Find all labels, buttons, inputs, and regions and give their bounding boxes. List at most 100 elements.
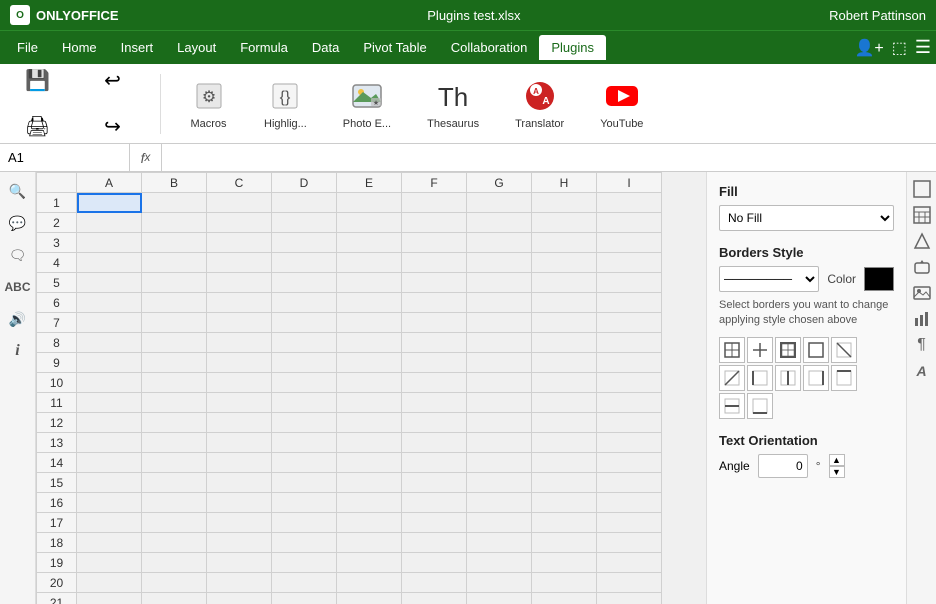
cell-G12[interactable]	[467, 413, 532, 433]
cell-H8[interactable]	[532, 333, 597, 353]
cell-G10[interactable]	[467, 373, 532, 393]
cell-C5[interactable]	[207, 273, 272, 293]
row-header-10[interactable]: 10	[37, 373, 77, 393]
shape-icon[interactable]	[910, 229, 934, 253]
cell-H15[interactable]	[532, 473, 597, 493]
cell-I4[interactable]	[597, 253, 662, 273]
cell-D7[interactable]	[272, 313, 337, 333]
cell-F11[interactable]	[402, 393, 467, 413]
cell-H20[interactable]	[532, 573, 597, 593]
cell-E21[interactable]	[337, 593, 402, 604]
border-center-h-btn[interactable]	[719, 393, 745, 419]
cell-B7[interactable]	[142, 313, 207, 333]
cell-A4[interactable]	[77, 253, 142, 273]
cell-G15[interactable]	[467, 473, 532, 493]
thesaurus-button[interactable]: Th Thesaurus	[419, 74, 487, 134]
cell-H4[interactable]	[532, 253, 597, 273]
chart-icon[interactable]	[910, 307, 934, 331]
row-header-8[interactable]: 8	[37, 333, 77, 353]
cell-H21[interactable]	[532, 593, 597, 604]
cell-G2[interactable]	[467, 213, 532, 233]
cell-E17[interactable]	[337, 513, 402, 533]
cell-E19[interactable]	[337, 553, 402, 573]
cell-D18[interactable]	[272, 533, 337, 553]
menu-plugins[interactable]: Plugins	[539, 35, 606, 60]
menu-collaboration[interactable]: Collaboration	[439, 35, 540, 60]
cell-H18[interactable]	[532, 533, 597, 553]
cell-I2[interactable]	[597, 213, 662, 233]
row-header-2[interactable]: 2	[37, 213, 77, 233]
cell-D2[interactable]	[272, 213, 337, 233]
cell-D13[interactable]	[272, 433, 337, 453]
cell-F19[interactable]	[402, 553, 467, 573]
border-style-dropdown[interactable]: ──────── - - - - - ·········	[719, 266, 819, 292]
comment-icon[interactable]: 💬	[4, 209, 32, 237]
col-header-I[interactable]: I	[597, 173, 662, 193]
cell-E2[interactable]	[337, 213, 402, 233]
cell-G18[interactable]	[467, 533, 532, 553]
cell-A11[interactable]	[77, 393, 142, 413]
cell-E1[interactable]	[337, 193, 402, 213]
cell-G21[interactable]	[467, 593, 532, 604]
cell-G1[interactable]	[467, 193, 532, 213]
cell-B8[interactable]	[142, 333, 207, 353]
cell-F14[interactable]	[402, 453, 467, 473]
cell-A12[interactable]	[77, 413, 142, 433]
share-icon[interactable]: ⬚	[892, 38, 907, 58]
cell-D11[interactable]	[272, 393, 337, 413]
cell-D4[interactable]	[272, 253, 337, 273]
cell-C10[interactable]	[207, 373, 272, 393]
cell-G14[interactable]	[467, 453, 532, 473]
cell-E16[interactable]	[337, 493, 402, 513]
cell-G7[interactable]	[467, 313, 532, 333]
cell-A18[interactable]	[77, 533, 142, 553]
cell-H13[interactable]	[532, 433, 597, 453]
cell-F10[interactable]	[402, 373, 467, 393]
cell-I19[interactable]	[597, 553, 662, 573]
row-header-5[interactable]: 5	[37, 273, 77, 293]
cell-I20[interactable]	[597, 573, 662, 593]
cell-A6[interactable]	[77, 293, 142, 313]
cell-A17[interactable]	[77, 513, 142, 533]
cell-G9[interactable]	[467, 353, 532, 373]
cell-B9[interactable]	[142, 353, 207, 373]
cell-I18[interactable]	[597, 533, 662, 553]
cell-E14[interactable]	[337, 453, 402, 473]
cell-B20[interactable]	[142, 573, 207, 593]
cell-G3[interactable]	[467, 233, 532, 253]
cell-D14[interactable]	[272, 453, 337, 473]
col-header-G[interactable]: G	[467, 173, 532, 193]
cell-B19[interactable]	[142, 553, 207, 573]
cell-F8[interactable]	[402, 333, 467, 353]
menu-pivot-table[interactable]: Pivot Table	[351, 35, 438, 60]
cell-H9[interactable]	[532, 353, 597, 373]
cell-C9[interactable]	[207, 353, 272, 373]
cell-D8[interactable]	[272, 333, 337, 353]
cell-H6[interactable]	[532, 293, 597, 313]
row-header-21[interactable]: 21	[37, 593, 77, 604]
cell-A7[interactable]	[77, 313, 142, 333]
border-center-v-btn[interactable]	[775, 365, 801, 391]
cell-I21[interactable]	[597, 593, 662, 604]
cell-H17[interactable]	[532, 513, 597, 533]
cell-B5[interactable]	[142, 273, 207, 293]
color-picker[interactable]	[864, 267, 894, 291]
row-header-4[interactable]: 4	[37, 253, 77, 273]
cell-F17[interactable]	[402, 513, 467, 533]
angle-input[interactable]	[758, 454, 808, 478]
cell-F18[interactable]	[402, 533, 467, 553]
cell-C15[interactable]	[207, 473, 272, 493]
angle-up[interactable]: ▲	[829, 454, 845, 466]
row-header-6[interactable]: 6	[37, 293, 77, 313]
cell-B3[interactable]	[142, 233, 207, 253]
cell-E15[interactable]	[337, 473, 402, 493]
cell-A8[interactable]	[77, 333, 142, 353]
cell-A14[interactable]	[77, 453, 142, 473]
cell-B6[interactable]	[142, 293, 207, 313]
cell-H19[interactable]	[532, 553, 597, 573]
cell-F1[interactable]	[402, 193, 467, 213]
cell-B16[interactable]	[142, 493, 207, 513]
menu-data[interactable]: Data	[300, 35, 351, 60]
cell-E4[interactable]	[337, 253, 402, 273]
border-right-btn[interactable]	[803, 365, 829, 391]
